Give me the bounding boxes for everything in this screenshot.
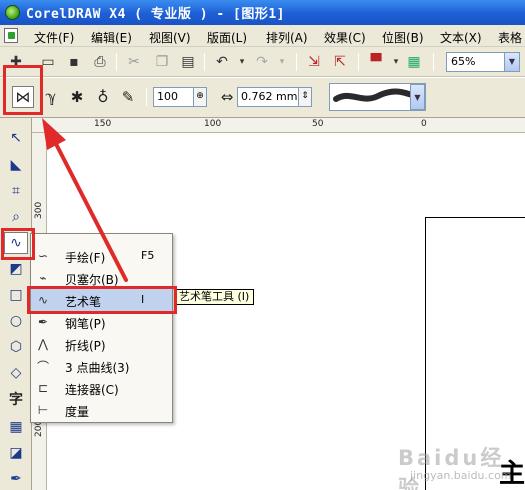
annotation-arrow xyxy=(42,118,128,282)
